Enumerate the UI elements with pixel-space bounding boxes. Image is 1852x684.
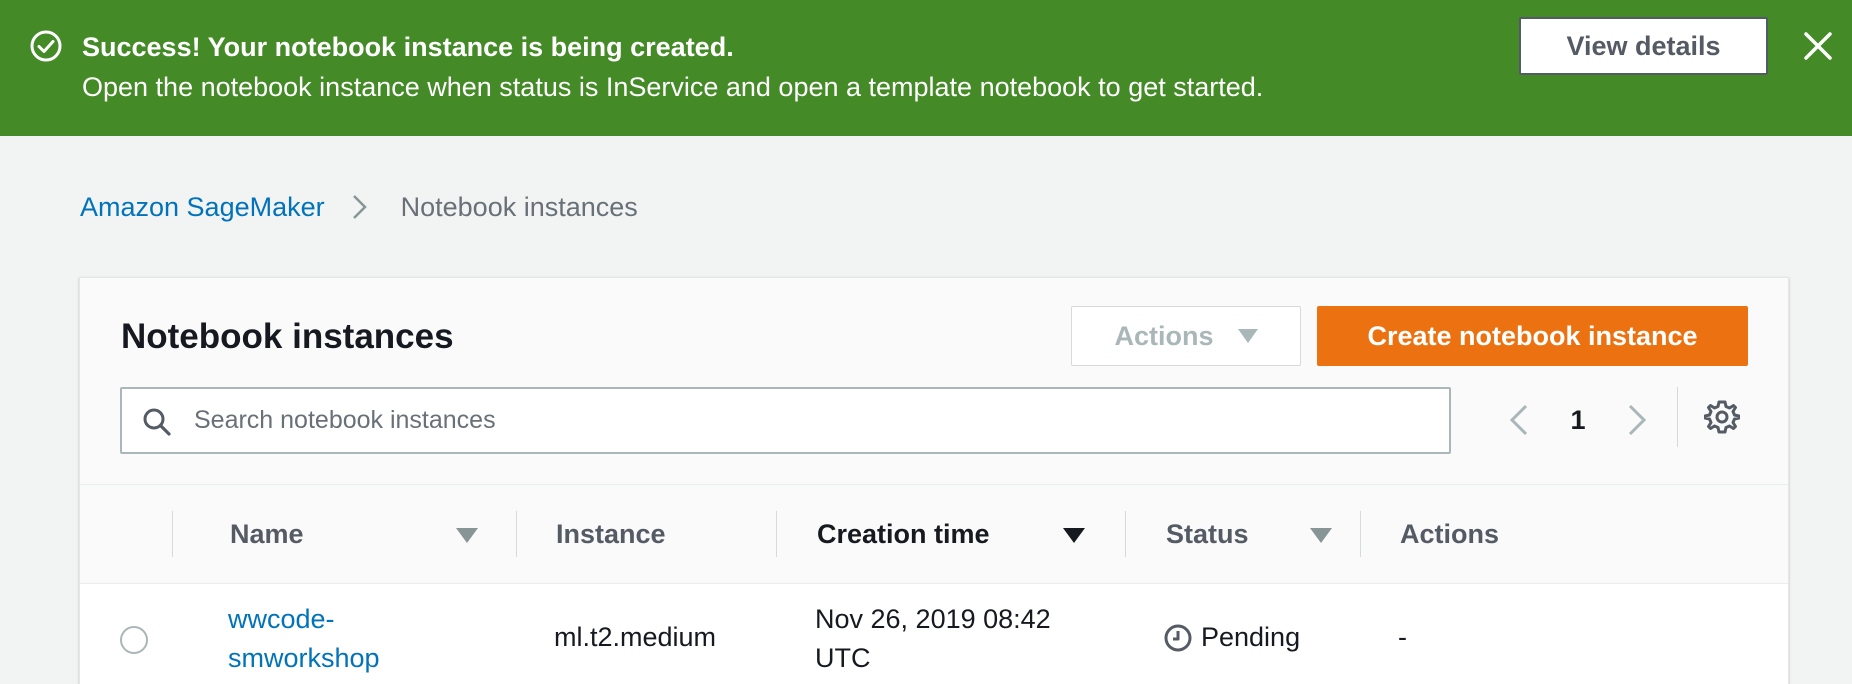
table-header: Name Instance Creation time Status Actio…: [80, 484, 1788, 584]
gear-icon[interactable]: [1704, 399, 1740, 435]
search-icon: [143, 408, 171, 436]
status-text: Pending: [1201, 622, 1301, 652]
table-row: wwcode- smworkshop ml.t2.medium Nov 26, …: [80, 584, 1788, 684]
column-header-actions: Actions: [1400, 518, 1500, 549]
column-divider: [1360, 511, 1361, 557]
search-input[interactable]: [194, 389, 1434, 452]
flash-title: Success! Your notebook instance is being…: [82, 32, 734, 62]
caret-down-icon: [1237, 329, 1258, 343]
column-header-creation-time[interactable]: Creation time: [817, 485, 990, 583]
previous-page-icon[interactable]: [1504, 400, 1534, 440]
column-divider: [776, 511, 777, 557]
pager-divider: [1677, 387, 1678, 447]
notebook-name-line2: smworkshop: [228, 643, 380, 673]
breadcrumb: Amazon SageMaker Notebook instances: [80, 188, 638, 226]
sort-caret-icon[interactable]: [456, 528, 478, 543]
success-check-icon: [30, 30, 62, 62]
next-page-icon[interactable]: [1622, 400, 1652, 440]
column-divider: [1125, 511, 1126, 557]
column-divider: [516, 511, 517, 557]
instance-type: ml.t2.medium: [554, 622, 717, 652]
flash-message: Open the notebook instance when status i…: [82, 72, 1264, 102]
create-notebook-instance-button[interactable]: Create notebook instance: [1317, 306, 1748, 366]
clock-pending-icon: [1164, 624, 1192, 651]
column-header-status[interactable]: Status: [1166, 485, 1249, 583]
notebook-instances-panel: Notebook instances Actions Create notebo…: [79, 277, 1789, 684]
column-divider: [172, 511, 173, 557]
view-details-button[interactable]: View details: [1519, 17, 1768, 75]
chevron-right-icon: [352, 195, 367, 219]
sort-caret-icon[interactable]: [1063, 528, 1085, 543]
success-flash-banner: Success! Your notebook instance is being…: [0, 0, 1852, 136]
actions-dropdown-label: Actions: [1114, 320, 1214, 351]
breadcrumb-link-sagemaker[interactable]: Amazon SageMaker: [80, 192, 325, 223]
row-actions: -: [1398, 622, 1407, 652]
notebook-name-link[interactable]: wwcode- smworkshop: [228, 600, 380, 678]
creation-time-line2: UTC: [815, 643, 871, 673]
sort-caret-icon[interactable]: [1310, 528, 1332, 543]
row-select-radio[interactable]: [120, 626, 148, 654]
column-header-name[interactable]: Name: [230, 485, 304, 583]
status-cell: Pending: [1163, 618, 1300, 657]
close-icon[interactable]: [1800, 28, 1836, 64]
creation-time-line1: Nov 26, 2019 08:42: [815, 604, 1051, 634]
current-page-number[interactable]: 1: [1560, 400, 1596, 440]
actions-dropdown-button[interactable]: Actions: [1071, 306, 1301, 366]
creation-time: Nov 26, 2019 08:42 UTC: [815, 600, 1051, 678]
panel-title: Notebook instances: [121, 317, 454, 356]
column-header-instance: Instance: [556, 518, 666, 549]
notebook-name-line1: wwcode-: [228, 604, 335, 634]
search-box: [120, 387, 1451, 454]
breadcrumb-current: Notebook instances: [400, 191, 638, 222]
